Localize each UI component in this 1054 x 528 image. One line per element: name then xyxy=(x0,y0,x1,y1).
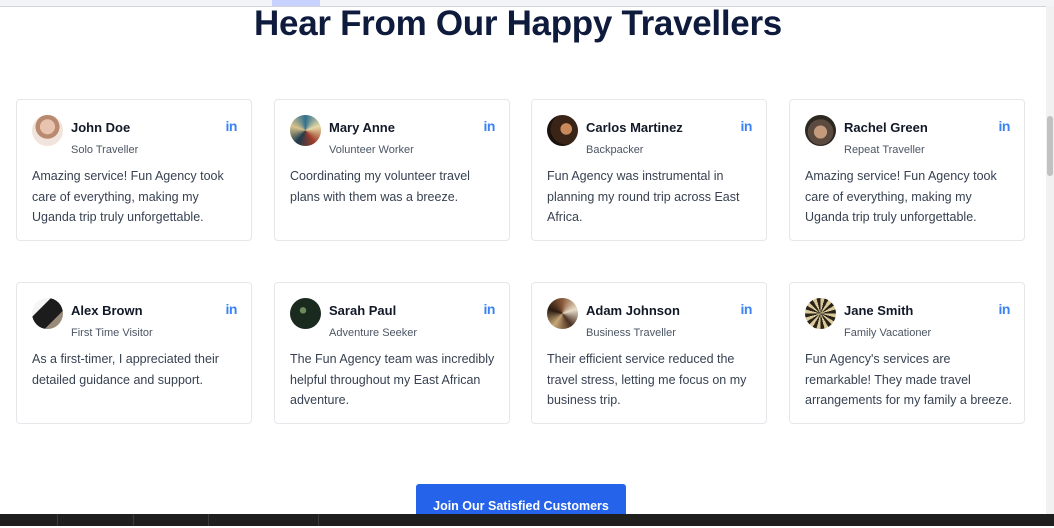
avatar xyxy=(32,298,63,329)
testimonial-quote: Fun Agency was instrumental in planning … xyxy=(547,169,740,224)
testimonial-card: Alex Brown First Time Visitor in As a fi… xyxy=(16,282,252,424)
testimonial-role: Volunteer Worker xyxy=(329,144,414,156)
testimonial-role: Family Vacationer xyxy=(844,327,932,339)
testimonial-card: Carlos Martinez Backpacker in Fun Agency… xyxy=(531,99,767,241)
testimonial-role: Solo Traveller xyxy=(71,144,139,156)
testimonial-card: Mary Anne Volunteer Worker in Coordinati… xyxy=(274,99,510,241)
avatar xyxy=(547,115,578,146)
testimonial-role: Business Traveller xyxy=(586,327,676,339)
testimonial-card: Adam Johnson Business Traveller in Their… xyxy=(531,282,767,424)
testimonial-quote: Their efficient service reduced the trav… xyxy=(547,352,747,407)
testimonial-name: Sarah Paul xyxy=(329,303,397,318)
testimonial-role: Backpacker xyxy=(586,144,644,156)
testimonial-card: Jane Smith Family Vacationer in Fun Agen… xyxy=(789,282,1025,424)
avatar xyxy=(290,115,321,146)
testimonial-name: Alex Brown xyxy=(71,303,143,318)
linkedin-icon[interactable]: in xyxy=(999,118,1011,134)
testimonial-quote: Coordinating my volunteer travel plans w… xyxy=(290,169,470,204)
testimonial-role: Adventure Seeker xyxy=(329,327,418,339)
linkedin-icon[interactable]: in xyxy=(741,118,753,134)
testimonial-name: John Doe xyxy=(71,120,131,135)
avatar xyxy=(547,298,578,329)
avatar xyxy=(290,298,321,329)
avatar xyxy=(805,115,836,146)
avatar xyxy=(805,298,836,329)
taskbar xyxy=(0,514,1054,526)
testimonial-name: Jane Smith xyxy=(844,303,914,318)
linkedin-icon[interactable]: in xyxy=(484,301,496,317)
linkedin-icon[interactable]: in xyxy=(741,301,753,317)
linkedin-icon[interactable]: in xyxy=(226,118,238,134)
testimonial-quote: The Fun Agency team was incredibly helpf… xyxy=(290,352,495,407)
testimonial-card: Sarah Paul Adventure Seeker in The Fun A… xyxy=(274,282,510,424)
testimonial-quote: As a first-timer, I appreciated their de… xyxy=(32,352,219,387)
testimonial-card: John Doe Solo Traveller in Amazing servi… xyxy=(16,99,252,241)
testimonial-quote: Fun Agency's services are remarkable! Th… xyxy=(805,352,1013,407)
scrollbar-thumb[interactable] xyxy=(1047,116,1053,176)
testimonial-role: Repeat Traveller xyxy=(844,144,925,156)
testimonial-name: Mary Anne xyxy=(329,120,395,135)
section-title: Hear From Our Happy Travellers xyxy=(254,4,782,43)
testimonial-name: Rachel Green xyxy=(844,120,928,135)
testimonial-role: First Time Visitor xyxy=(71,327,153,339)
linkedin-icon[interactable]: in xyxy=(999,301,1011,317)
linkedin-icon[interactable]: in xyxy=(484,118,496,134)
testimonial-quote: Amazing service! Fun Agency took care of… xyxy=(805,169,997,224)
linkedin-icon[interactable]: in xyxy=(226,301,238,317)
testimonial-card: Rachel Green Repeat Traveller in Amazing… xyxy=(789,99,1025,241)
testimonial-name: Adam Johnson xyxy=(586,303,680,318)
scrollbar[interactable] xyxy=(1046,6,1054,514)
avatar xyxy=(32,115,63,146)
testimonial-name: Carlos Martinez xyxy=(586,120,683,135)
testimonial-quote: Amazing service! Fun Agency took care of… xyxy=(32,169,224,224)
